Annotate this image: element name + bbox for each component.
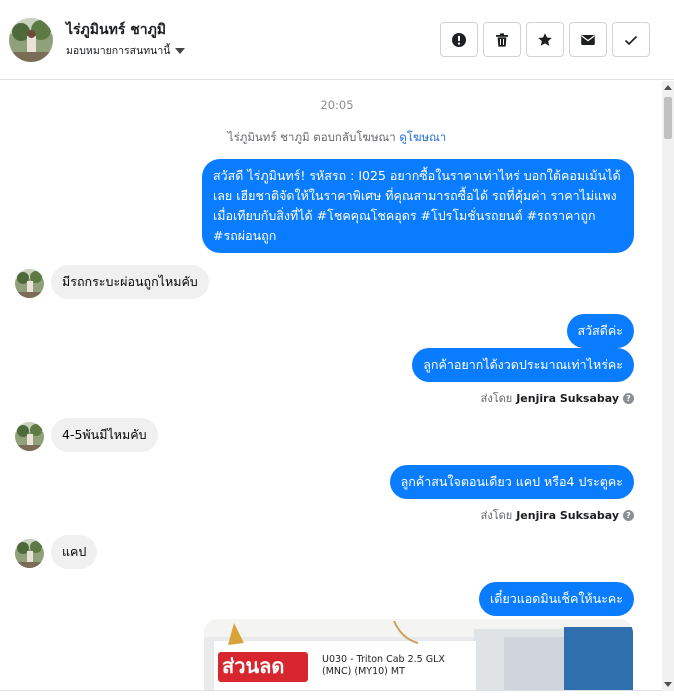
contact-avatar-small (15, 422, 44, 451)
contact-name: ไร่ภูมินทร์ ชาภูมิ (66, 22, 167, 38)
view-ad-link[interactable]: ดูโฆษณา (399, 130, 446, 144)
sender-name: Jenjira Suksabay (516, 391, 619, 405)
conversation-header: ไร่ภูมินทร์ ชาภูมิ มอบหมายการสนทนานี้ (0, 0, 674, 80)
sent-by-label: ส่งโดย Jenjira Suksabay ? (481, 389, 634, 407)
contact-avatar-small (15, 269, 44, 298)
mark-unread-button[interactable] (569, 22, 607, 57)
composer-edge (0, 690, 662, 697)
scrollbar-thumb[interactable] (664, 97, 672, 139)
message-bubble-incoming[interactable]: มีรถกระบะผ่อนถูกไหมคับ (51, 265, 209, 299)
sent-by-prefix: ส่งโดย (480, 392, 513, 405)
sent-by-prefix: ส่งโดย (480, 509, 513, 522)
message-bubble-outgoing[interactable]: เดี๋ยวแอดมินเช็คให้นะคะ (479, 582, 634, 616)
scroll-up-arrow-icon[interactable] (664, 85, 672, 90)
message-bubble-incoming[interactable]: แคป (51, 535, 98, 569)
message-bubble-outgoing[interactable]: ลูกค้าอยากได้งวดประมาณเท่าไหร่คะ (412, 348, 634, 382)
info-icon[interactable]: ? (623, 509, 634, 521)
check-icon (624, 35, 638, 45)
ad-reply-notice: ไร่ภูมินทร์ ชาภูมิ ตอบกลับโฆษณา ดูโฆษณา (0, 129, 662, 147)
discount-badge: ส่วนลด (222, 654, 285, 678)
caret-down-icon (175, 47, 186, 54)
contact-avatar[interactable] (9, 18, 53, 62)
mark-done-button[interactable] (612, 22, 650, 57)
ad-model-line: U030 - Triton Cab 2.5 GLX (322, 654, 445, 665)
assign-conversation-label: มอบหมายการสนทนานี้ (66, 45, 171, 57)
assign-conversation-dropdown[interactable]: มอบหมายการสนทนานี้ (66, 42, 186, 59)
info-icon[interactable]: ? (623, 392, 634, 404)
message-thread[interactable]: 20:05 ไร่ภูมินทร์ ชาภูมิ ตอบกลับโฆษณา ดู… (0, 81, 662, 691)
message-bubble-outgoing[interactable]: สวัสดี ไร่ภูมินทร์! รหัสรถ : I025 อยากซื… (202, 159, 634, 253)
message-bubble-outgoing[interactable]: ลูกค้าสนใจตอนเดียว แคป หรือ4 ประตูคะ (389, 465, 634, 499)
star-icon (538, 32, 552, 46)
trash-icon (496, 32, 508, 47)
scroll-down-arrow-icon[interactable] (664, 682, 672, 687)
mail-icon (581, 34, 595, 45)
message-bubble-incoming[interactable]: 4-5พันมีไหมคับ (51, 418, 158, 452)
ad-model-text: U030 - Triton Cab 2.5 GLX (MNC) (MY10) M… (322, 654, 445, 678)
sent-by-label: ส่งโดย Jenjira Suksabay ? (481, 506, 634, 524)
mark-spam-button[interactable] (440, 22, 478, 57)
ad-model-line: (MNC) (MY10) MT (322, 666, 405, 677)
message-bubble-outgoing[interactable]: สวัสดีค่ะ (566, 314, 634, 348)
delete-button[interactable] (483, 22, 521, 57)
ad-image-attachment[interactable]: ส่วนลด U030 - Triton Cab 2.5 GLX (MNC) (… (204, 619, 633, 691)
timestamp: 20:05 (320, 98, 354, 112)
sender-name: Jenjira Suksabay (516, 508, 619, 522)
alert-circle-icon (452, 32, 466, 47)
scrollbar[interactable] (662, 81, 674, 691)
star-button[interactable] (526, 22, 564, 57)
contact-avatar-small (15, 539, 44, 568)
ad-reply-text: ไร่ภูมินทร์ ชาภูมิ ตอบกลับโฆษณา (227, 130, 396, 144)
